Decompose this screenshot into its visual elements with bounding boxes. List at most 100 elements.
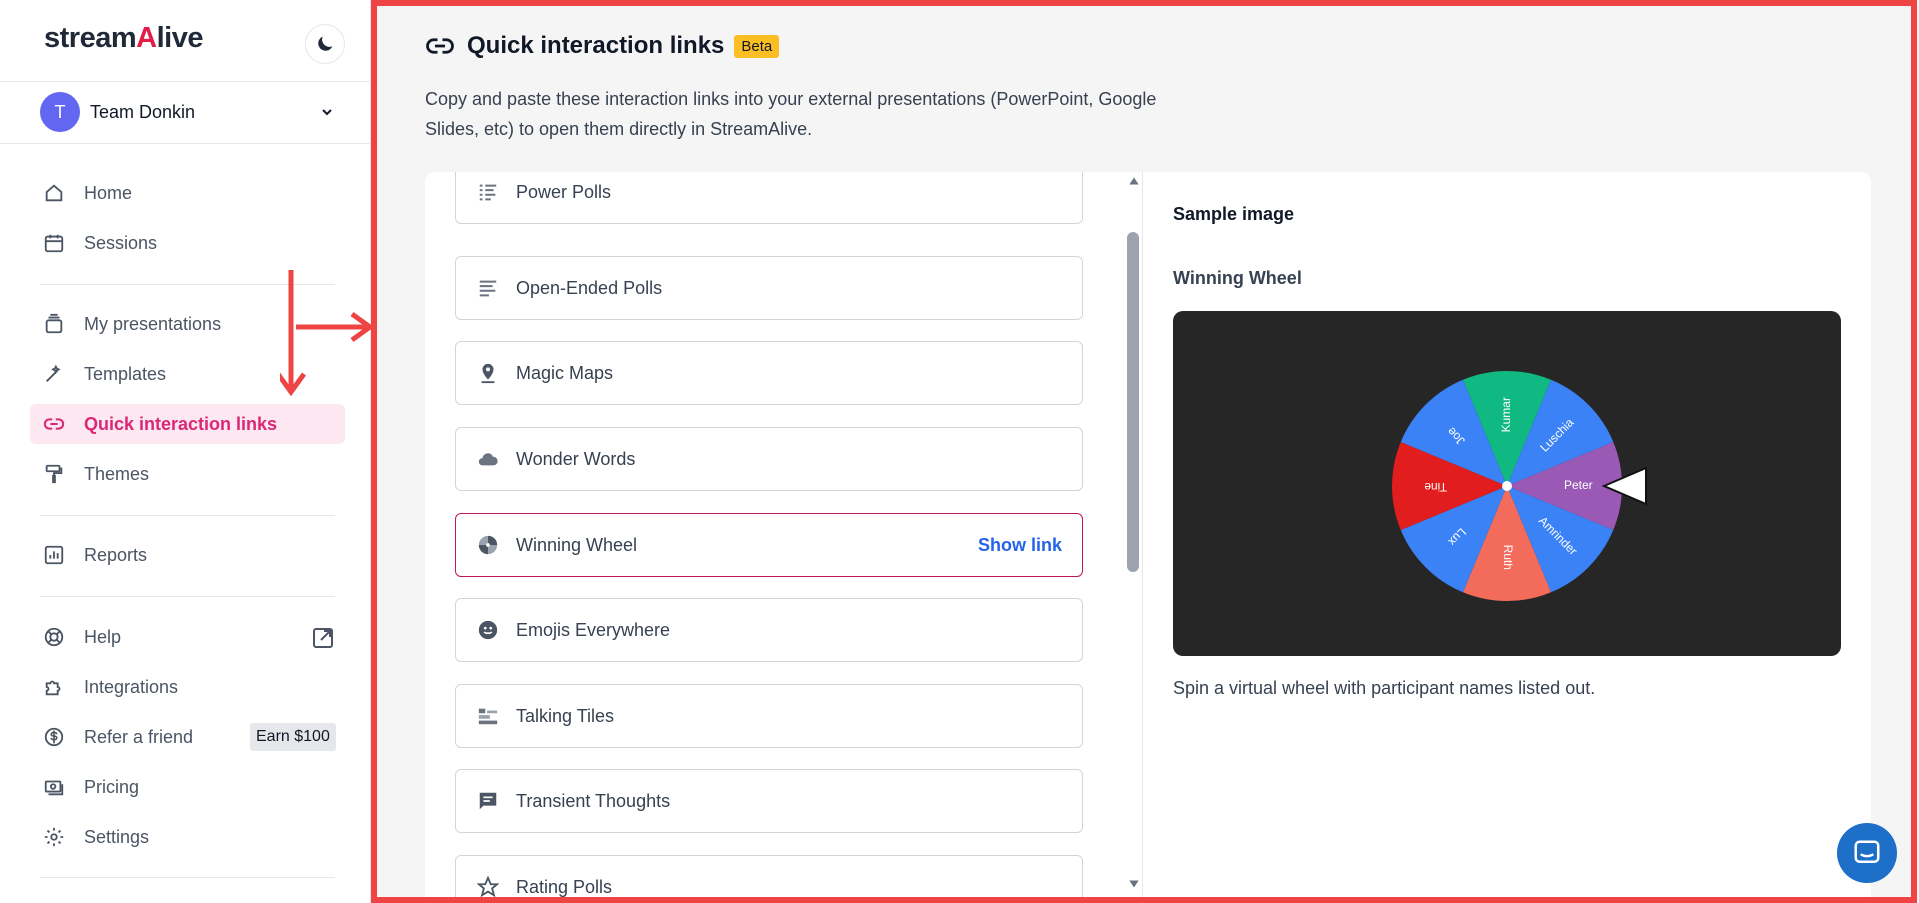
divider bbox=[40, 877, 335, 878]
wheel-segment-label: Peter bbox=[1564, 478, 1593, 492]
list-item[interactable]: Emojis Everywhere bbox=[455, 598, 1083, 662]
external-link-icon[interactable] bbox=[311, 626, 335, 650]
nav-home[interactable]: Home bbox=[30, 173, 345, 213]
brand-text-end: live bbox=[156, 22, 204, 54]
scroll-up-icon[interactable] bbox=[1127, 174, 1141, 188]
calendar-icon bbox=[42, 231, 66, 255]
stack-icon bbox=[42, 312, 66, 336]
puzzle-icon bbox=[42, 675, 66, 699]
nav-help-label: Help bbox=[84, 626, 122, 647]
chat-bubble-icon bbox=[1854, 840, 1880, 863]
brand-accent: A bbox=[136, 22, 157, 54]
tiles-icon bbox=[476, 704, 500, 728]
scroll-down-icon[interactable] bbox=[1127, 877, 1141, 891]
nav-themes[interactable]: Themes bbox=[30, 454, 345, 494]
nav-integrations-label: Integrations bbox=[84, 676, 179, 697]
bars-icon bbox=[476, 180, 500, 204]
nav-sessions-label: Sessions bbox=[84, 232, 158, 253]
list-item[interactable]: Transient Thoughts bbox=[455, 769, 1083, 833]
team-name: Team Donkin bbox=[90, 101, 196, 122]
sidebar: streamAlive T Team Donkin Home Sessions … bbox=[0, 0, 371, 903]
nav-settings-label: Settings bbox=[84, 826, 150, 847]
nav-sessions[interactable]: Sessions bbox=[30, 223, 345, 263]
list-item[interactable]: Rating Polls bbox=[455, 855, 1083, 903]
wheel-icon bbox=[476, 533, 500, 557]
avatar: T bbox=[40, 92, 80, 132]
list-item-label: Emojis Everywhere bbox=[516, 619, 671, 640]
list-item-label: Wonder Words bbox=[516, 448, 636, 469]
magic-wand-icon bbox=[42, 362, 66, 386]
divider bbox=[40, 515, 335, 516]
list-item-label: Open-Ended Polls bbox=[516, 277, 663, 298]
report-icon bbox=[42, 543, 66, 567]
scrollbar-thumb[interactable] bbox=[1127, 232, 1139, 572]
list-item-label: Magic Maps bbox=[516, 362, 614, 383]
wheel-center bbox=[1502, 481, 1512, 491]
nav-reports-label: Reports bbox=[84, 544, 148, 565]
cloud-icon bbox=[476, 447, 500, 471]
list-item-label: Talking Tiles bbox=[516, 705, 615, 726]
sample-caption: Spin a virtual wheel with participant na… bbox=[1173, 678, 1596, 698]
nav-refer-label: Refer a friend bbox=[84, 726, 194, 747]
nav-themes-label: Themes bbox=[84, 463, 150, 484]
brand-text: stream bbox=[44, 22, 137, 54]
nav-pricing-label: Pricing bbox=[84, 776, 140, 797]
list-item-label: Power Polls bbox=[516, 181, 612, 202]
money-icon bbox=[42, 775, 66, 799]
interactions-panel: Power Polls Open-Ended Polls Magic Maps … bbox=[425, 172, 1871, 903]
winning-wheel-illustration: KumarLuschiaPeterAmrinderRuthLuxTineJoe bbox=[1392, 371, 1647, 601]
nav-integrations[interactable]: Integrations bbox=[30, 667, 345, 707]
map-pin-icon bbox=[476, 361, 500, 385]
page-title: Quick interaction links bbox=[467, 32, 725, 59]
divider bbox=[0, 143, 371, 144]
nav-help[interactable]: Help bbox=[30, 617, 345, 657]
list-item[interactable]: Wonder Words bbox=[455, 427, 1083, 491]
beta-badge: Beta bbox=[734, 34, 780, 58]
list-item[interactable]: Talking Tiles bbox=[455, 684, 1083, 748]
panel-divider bbox=[1142, 172, 1143, 903]
dollar-icon bbox=[42, 725, 66, 749]
nav-presentations-label: My presentations bbox=[84, 313, 222, 334]
divider bbox=[40, 596, 335, 597]
gear-icon bbox=[42, 825, 66, 849]
list-item[interactable]: Magic Maps bbox=[455, 341, 1083, 405]
link-icon bbox=[426, 38, 454, 54]
nav-reports[interactable]: Reports bbox=[30, 535, 345, 575]
show-link-button[interactable]: Show link bbox=[978, 535, 1062, 556]
nav-templates-label: Templates bbox=[84, 363, 167, 384]
page-description: Copy and paste these interaction links i… bbox=[425, 89, 1157, 139]
list-item-label: Rating Polls bbox=[516, 876, 613, 897]
earn-badge: Earn $100 bbox=[250, 723, 336, 751]
chat-icon bbox=[476, 789, 500, 813]
list-item[interactable]: Power Polls bbox=[455, 172, 1083, 224]
home-icon bbox=[42, 181, 66, 205]
nav-quick-links-label: Quick interaction links bbox=[84, 413, 278, 434]
wheel-segment-label: Kumar bbox=[1499, 397, 1513, 432]
list-item[interactable]: Open-Ended Polls bbox=[455, 256, 1083, 320]
support-chat-button[interactable] bbox=[1837, 823, 1897, 883]
interaction-list[interactable]: Power Polls Open-Ended Polls Magic Maps … bbox=[455, 172, 1085, 903]
nav-quick-links[interactable]: Quick interaction links bbox=[30, 404, 345, 444]
wheel-segment-label: Tine bbox=[1424, 480, 1447, 494]
sample-title: Winning Wheel bbox=[1173, 268, 1302, 288]
nav-settings[interactable]: Settings bbox=[30, 817, 345, 857]
divider bbox=[0, 81, 371, 82]
annotation-arrows bbox=[280, 270, 375, 397]
sample-image: Kumar Luschia Peter Amrinder Ruth Lux Tine Joe bbox=[1173, 311, 1841, 656]
team-selector[interactable]: T Team Donkin bbox=[40, 92, 335, 132]
sample-heading: Sample image bbox=[1173, 204, 1295, 224]
lifebuoy-icon bbox=[42, 625, 66, 649]
list-item-selected[interactable]: Winning Wheel Show link bbox=[455, 513, 1083, 577]
chevron-down-icon bbox=[322, 109, 332, 116]
dark-mode-toggle[interactable] bbox=[305, 24, 345, 64]
smiley-icon bbox=[476, 618, 500, 642]
paint-roller-icon bbox=[42, 462, 66, 486]
moon-icon bbox=[318, 36, 333, 51]
page-header: Quick interaction links Beta bbox=[425, 28, 780, 64]
nav-pricing[interactable]: Pricing bbox=[30, 767, 345, 807]
star-icon bbox=[476, 875, 500, 899]
brand-logo[interactable]: streamAlive bbox=[44, 22, 203, 55]
nav-home-label: Home bbox=[84, 182, 133, 203]
lines-icon bbox=[476, 276, 500, 300]
list-item-label: Winning Wheel bbox=[516, 534, 638, 555]
